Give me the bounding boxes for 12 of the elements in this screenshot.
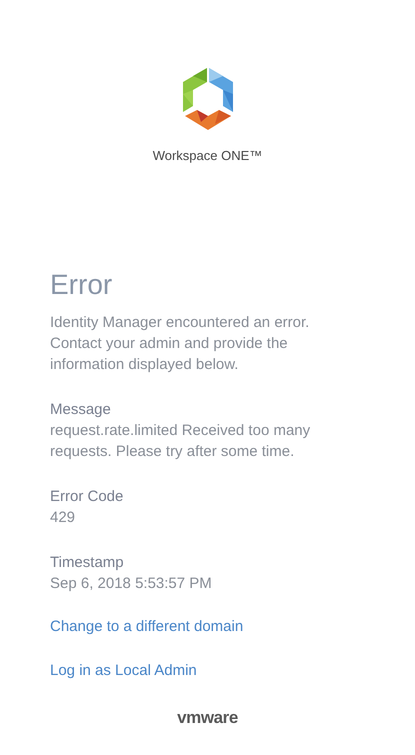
detail-value: request.rate.limited Received too many requests. Please try after some time. [50,420,312,462]
detail-label: Message [50,400,112,420]
product-name: Workspace ONE™ [152,147,262,165]
link[interactable]: Change to a different domain [50,616,244,636]
detail-value: 429 [50,508,76,528]
detail-value: Sep 6, 2018 5:53:57 PM [50,574,213,594]
error-description: Identity Manager encountered an error. Contact your admin and provide the information displayed below. [50,312,310,374]
vmware-logo: vmware [177,706,238,728]
detail-label: Timestamp [50,552,125,572]
detail-label: Error Code [50,486,124,506]
link[interactable]: Log in as Local Admin [50,660,197,680]
error-title: Error [50,268,114,302]
